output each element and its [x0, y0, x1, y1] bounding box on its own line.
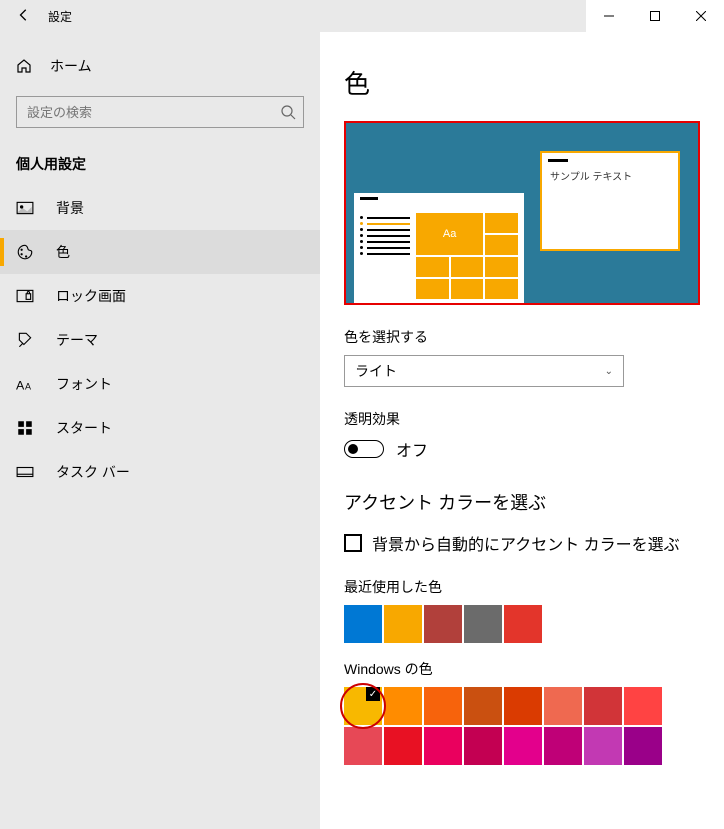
recent-colors-label: 最近使用した色: [344, 577, 700, 597]
preview-highlight: Aa サンプル テキスト: [344, 121, 700, 305]
windows-color-swatch[interactable]: [584, 687, 622, 725]
lock-icon: [16, 287, 34, 305]
window-title: 設定: [48, 8, 72, 25]
windows-color-swatch[interactable]: [504, 687, 542, 725]
section-label: 個人用設定: [0, 144, 320, 186]
preview-sample-window: サンプル テキスト: [540, 151, 680, 251]
windows-color-swatch[interactable]: [424, 687, 462, 725]
windows-color-swatch[interactable]: [624, 727, 662, 765]
taskbar-icon: [16, 463, 34, 481]
color-preview: Aa サンプル テキスト: [346, 123, 698, 303]
transparency-toggle[interactable]: [344, 440, 384, 458]
sidebar-item-3[interactable]: テーマ: [0, 318, 320, 362]
sidebar-item-label: スタート: [56, 418, 112, 438]
sidebar-item-4[interactable]: AA フォント: [0, 362, 320, 406]
color-mode-value: ライト: [355, 361, 397, 381]
back-button[interactable]: [0, 8, 48, 25]
sidebar-item-label: タスク バー: [56, 462, 130, 482]
windows-color-swatch[interactable]: [424, 727, 462, 765]
accent-heading: アクセント カラーを選ぶ: [344, 489, 700, 515]
transparency-value: オフ: [396, 437, 428, 461]
windows-color-swatch[interactable]: [464, 687, 502, 725]
auto-accent-row[interactable]: 背景から自動的にアクセント カラーを選ぶ: [344, 531, 700, 555]
start-icon: [16, 419, 34, 437]
sidebar-item-label: 色: [56, 242, 70, 262]
close-button[interactable]: [678, 0, 724, 32]
svg-text:A: A: [25, 382, 31, 392]
home-link[interactable]: ホーム: [0, 48, 320, 84]
sidebar-item-label: フォント: [56, 374, 112, 394]
windows-color-swatch[interactable]: [544, 727, 582, 765]
home-icon: [16, 58, 32, 74]
search-icon: [280, 104, 296, 120]
recent-color-swatches: [344, 605, 674, 643]
windows-color-swatch[interactable]: [384, 727, 422, 765]
recent-color-swatch[interactable]: [424, 605, 462, 643]
sidebar-item-label: ロック画面: [56, 286, 126, 306]
windows-color-swatch[interactable]: [504, 727, 542, 765]
search-box[interactable]: [16, 96, 304, 128]
windows-color-swatch[interactable]: [584, 727, 622, 765]
maximize-button[interactable]: [632, 0, 678, 32]
auto-accent-label: 背景から自動的にアクセント カラーを選ぶ: [372, 531, 680, 555]
sidebar-item-label: 背景: [56, 198, 84, 218]
recent-color-swatch[interactable]: [344, 605, 382, 643]
auto-accent-checkbox[interactable]: [344, 534, 362, 552]
theme-icon: [16, 331, 34, 349]
titlebar: 設定: [0, 0, 724, 32]
content-area: 色: [320, 32, 724, 829]
window-controls: [586, 0, 724, 32]
preview-tile-aa: Aa: [416, 213, 483, 255]
sidebar-item-6[interactable]: タスク バー: [0, 450, 320, 494]
windows-color-swatch[interactable]: [344, 687, 382, 725]
transparency-label: 透明効果: [344, 409, 700, 429]
windows-colors-label: Windows の色: [344, 659, 700, 679]
preview-sample-text: サンプル テキスト: [542, 168, 678, 183]
choose-color-label: 色を選択する: [344, 327, 700, 347]
sidebar-item-0[interactable]: 背景: [0, 186, 320, 230]
windows-color-swatch[interactable]: [544, 687, 582, 725]
windows-color-swatch[interactable]: [464, 727, 502, 765]
search-input[interactable]: [16, 96, 304, 128]
chevron-down-icon: ⌄: [605, 366, 613, 377]
sidebar-item-5[interactable]: スタート: [0, 406, 320, 450]
sidebar-item-label: テーマ: [56, 330, 98, 350]
font-icon: AA: [16, 375, 34, 393]
sidebar-item-2[interactable]: ロック画面: [0, 274, 320, 318]
windows-color-swatch[interactable]: [384, 687, 422, 725]
home-label: ホーム: [50, 56, 92, 76]
minimize-button[interactable]: [586, 0, 632, 32]
windows-color-swatches: [344, 687, 674, 765]
palette-icon: [16, 243, 34, 261]
windows-color-swatch[interactable]: [624, 687, 662, 725]
page-title: 色: [344, 64, 700, 101]
recent-color-swatch[interactable]: [504, 605, 542, 643]
preview-start-menu: Aa: [354, 193, 524, 303]
windows-color-swatch[interactable]: [344, 727, 382, 765]
recent-color-swatch[interactable]: [384, 605, 422, 643]
sidebar: ホーム 個人用設定 背景色ロック画面テーマ AA フォントスタートタスク バー: [0, 32, 320, 829]
recent-color-swatch[interactable]: [464, 605, 502, 643]
image-icon: [16, 199, 34, 217]
color-mode-select[interactable]: ライト ⌄: [344, 355, 624, 387]
sidebar-item-1[interactable]: 色: [0, 230, 320, 274]
svg-text:A: A: [16, 379, 25, 393]
